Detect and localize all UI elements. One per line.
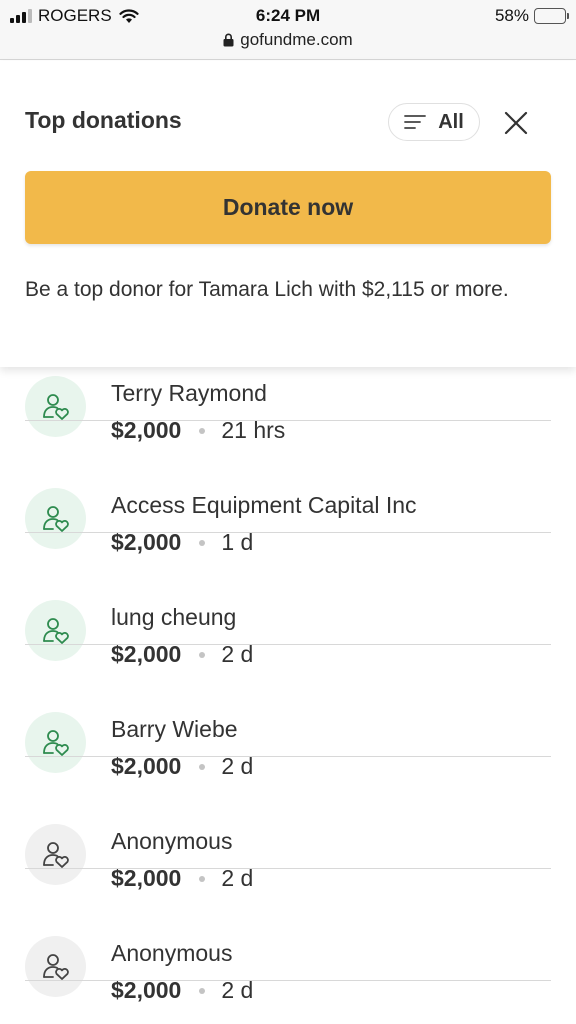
- filter-button[interactable]: All: [388, 103, 480, 141]
- filter-icon: [404, 115, 427, 129]
- donor-heart-icon: [42, 393, 69, 420]
- filter-label: All: [438, 110, 464, 133]
- donation-row: Access Equipment Capital Inc $2,000 1 d: [0, 421, 576, 555]
- donor-name: Anonymous: [111, 940, 233, 966]
- donation-row: Anonymous $2,000 2 d: [0, 757, 576, 891]
- top-donor-message: Be a top donor for Tamara Lich with $2,1…: [25, 278, 509, 301]
- top-donations-header: Top donations All Donate now Be a top do…: [0, 61, 576, 367]
- lock-icon: [223, 33, 234, 47]
- donor-name: Barry Wiebe: [111, 716, 238, 742]
- donor-avatar: [25, 936, 86, 997]
- donor-name: lung cheung: [111, 604, 237, 630]
- donor-heart-icon: [42, 841, 69, 868]
- donor-heart-icon: [42, 953, 69, 980]
- close-icon: [504, 111, 528, 135]
- row-divider: [25, 980, 551, 981]
- donation-row: Barry Wiebe $2,000 2 d: [0, 645, 576, 779]
- donate-now-button[interactable]: Donate now: [25, 171, 551, 244]
- address-bar[interactable]: gofundme.com: [0, 30, 576, 50]
- status-bar: ROGERS 6:24 PM 58% gofundme.com: [0, 0, 576, 60]
- donor-heart-icon: [42, 729, 69, 756]
- donor-heart-icon: [42, 617, 69, 644]
- battery-info: 58%: [494, 6, 569, 26]
- page-title: Top donations: [25, 107, 182, 133]
- donor-heart-icon: [42, 505, 69, 532]
- battery-icon: [534, 8, 569, 24]
- donor-name: Terry Raymond: [111, 380, 267, 406]
- donation-row: lung cheung $2,000 2 d: [0, 533, 576, 667]
- donation-row: Anonymous $2,000 2 d: [0, 869, 576, 1003]
- separator-dot: [199, 987, 206, 994]
- donation-time: 2 d: [221, 977, 254, 1003]
- battery-percent: 58%: [494, 6, 529, 25]
- donor-name: Anonymous: [111, 828, 233, 854]
- donation-amount: $2,000: [111, 977, 182, 1003]
- url-text: gofundme.com: [240, 30, 353, 49]
- close-button[interactable]: [498, 105, 534, 141]
- donor-name: Access Equipment Capital Inc: [111, 492, 417, 518]
- donation-meta: $2,000 2 d: [111, 977, 253, 1004]
- clock: 6:24 PM: [255, 6, 321, 25]
